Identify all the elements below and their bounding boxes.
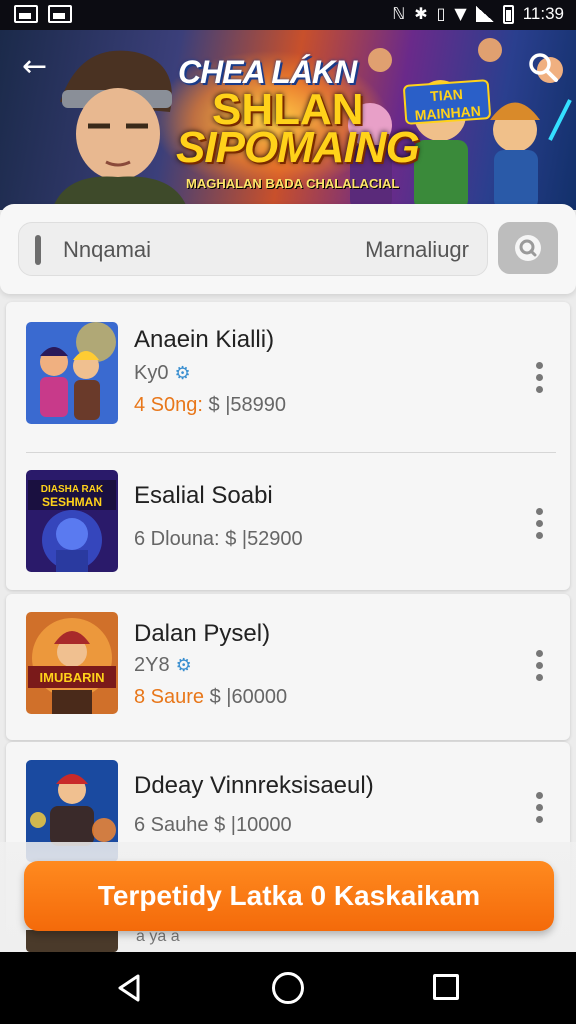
search-query-text: Nnqamai bbox=[63, 237, 152, 262]
search-icon[interactable] bbox=[526, 50, 560, 84]
search-button[interactable] bbox=[498, 222, 558, 274]
app-screen: ℕ ✱ ▯ ▼ 11:39 CHEA LÁKN SHLAN SIPOMAING … bbox=[0, 0, 576, 1024]
more-options-icon[interactable] bbox=[536, 362, 544, 398]
game-title: Ddeay Vinnreksisaeul) bbox=[134, 772, 374, 799]
bluetooth-icon: ✱ bbox=[414, 4, 428, 23]
banner-title-line3: SIPOMAING bbox=[176, 123, 420, 172]
more-options-icon[interactable] bbox=[536, 650, 544, 686]
game-price-line: 6 Dlouna: $ |52900 bbox=[134, 528, 303, 550]
search-card: Nnqamai Marnaliugr bbox=[0, 204, 576, 294]
search-icon bbox=[515, 235, 541, 261]
nav-back-icon[interactable] bbox=[114, 972, 146, 1004]
more-options-icon[interactable] bbox=[536, 792, 544, 828]
list-item[interactable]: DIASHA RAK SESHMAN Esalial Soabi 6 Dloun… bbox=[6, 452, 570, 592]
game-price-line: 6 Sauhe $ |10000 bbox=[134, 814, 292, 836]
image-icon bbox=[14, 5, 38, 23]
system-nav-bar bbox=[0, 952, 576, 1024]
thumb-title-1: DIASHA RAK bbox=[41, 484, 104, 495]
gear-icon: ⚙ bbox=[174, 363, 191, 384]
nav-recents-icon[interactable] bbox=[433, 974, 459, 1000]
banner-game-logo: TIAN MAINHAN bbox=[402, 79, 492, 125]
game-price-line: 4 S0ng: $ |58990 bbox=[134, 394, 287, 416]
more-options-icon[interactable] bbox=[536, 508, 544, 544]
banner-subtitle: MAGHALAN BADA CHALALACIAL bbox=[186, 176, 400, 191]
game-thumbnail: IMUBARIN bbox=[26, 612, 118, 714]
text-cursor bbox=[35, 235, 41, 265]
nfc-icon: ℕ bbox=[392, 4, 406, 23]
game-thumbnail: DIASHA RAK SESHMAN bbox=[26, 470, 118, 572]
list-item[interactable]: Anaein Kialli) Ky0 ⚙ 4 S0ng: $ |58990 bbox=[6, 302, 570, 442]
status-time: 11:39 bbox=[522, 4, 564, 23]
vibrate-icon: ▯ bbox=[436, 4, 446, 23]
list-item[interactable]: IMUBARIN Dalan Pysel) 2Y8 ⚙ 8 Saure $ |60… bbox=[6, 594, 570, 734]
game-price-line: 8 Saure $ |60000 bbox=[134, 686, 288, 708]
status-left bbox=[14, 5, 72, 23]
banner-hero-character bbox=[52, 50, 188, 210]
thumb-title: IMUBARIN bbox=[40, 670, 105, 685]
game-thumbnail bbox=[26, 930, 118, 952]
status-right: ℕ ✱ ▯ ▼ 11:39 bbox=[392, 4, 564, 24]
wifi-icon: ▼ bbox=[454, 4, 467, 23]
status-bar: ℕ ✱ ▯ ▼ 11:39 bbox=[0, 0, 576, 30]
game-thumbnail bbox=[26, 322, 118, 424]
game-subtitle: 2Y8 ⚙ bbox=[134, 654, 192, 676]
nav-home-icon[interactable] bbox=[272, 972, 304, 1004]
game-subtitle: Ky0 ⚙ bbox=[134, 362, 191, 384]
arrow-left-icon[interactable]: ← bbox=[22, 50, 56, 84]
game-title: Anaein Kialli) bbox=[134, 326, 275, 353]
gear-icon: ⚙ bbox=[175, 655, 192, 676]
game-title: Esalial Soabi bbox=[134, 482, 273, 509]
battery-icon bbox=[502, 4, 514, 24]
search-filter-text[interactable]: Marnaliugr bbox=[365, 237, 469, 263]
signal-icon bbox=[475, 6, 494, 22]
thumb-title-2: SESHMAN bbox=[42, 495, 102, 509]
search-input[interactable]: Nnqamai Marnaliugr bbox=[18, 222, 488, 276]
primary-cta-button[interactable]: Terpetidy Latka 0 Kaskaikam bbox=[24, 861, 554, 931]
photo-icon bbox=[48, 5, 72, 23]
game-title: Dalan Pysel) bbox=[134, 620, 271, 647]
hero-banner[interactable]: CHEA LÁKN SHLAN SIPOMAING MAGHALAN BADA … bbox=[0, 30, 576, 210]
